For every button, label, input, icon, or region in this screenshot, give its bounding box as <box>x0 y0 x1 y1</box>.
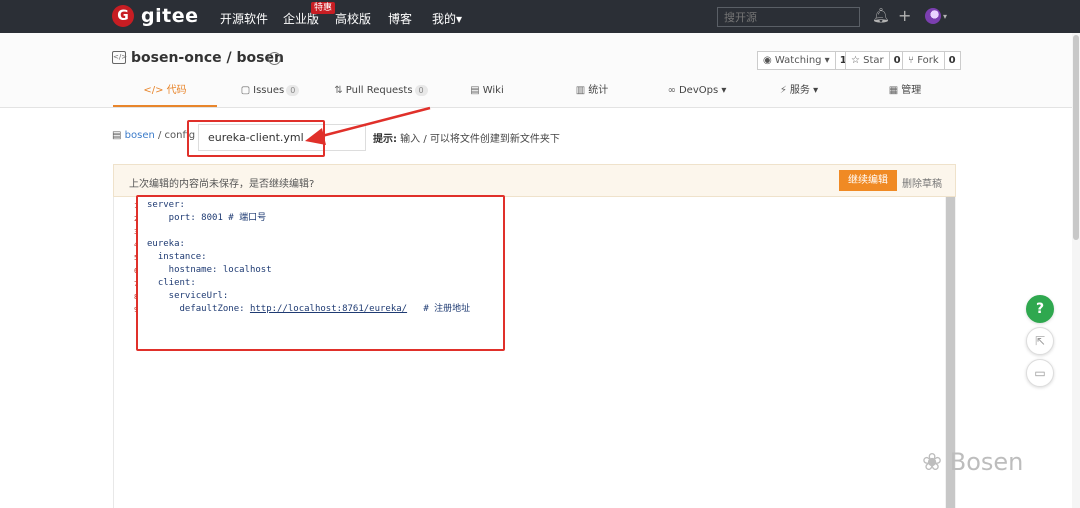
annotation-arrow <box>305 106 431 145</box>
